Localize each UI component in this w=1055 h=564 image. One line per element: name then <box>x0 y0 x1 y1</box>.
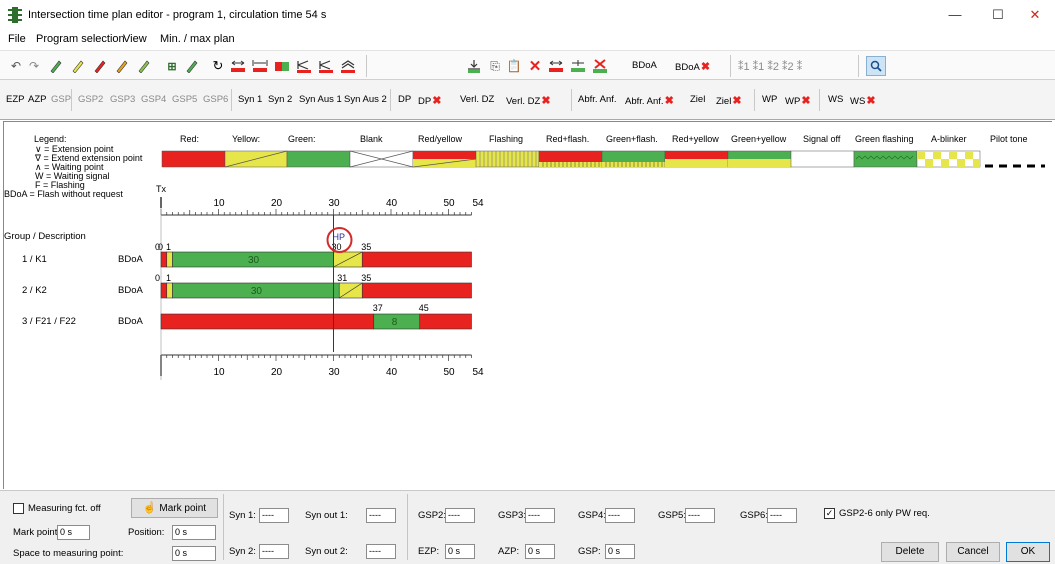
legend-swatch-a-blinker <box>916 150 981 168</box>
legend-swatch-red-plus-yellow <box>664 150 729 168</box>
position-label: Position: <box>128 527 165 538</box>
gsp6-label: GSP6: <box>740 510 768 521</box>
ruler-tick-label: 40 <box>386 198 398 209</box>
ezp-field[interactable]: 0 s <box>445 544 475 559</box>
syn2-label: Syn 2: <box>229 546 256 557</box>
hp-label: HP <box>333 232 346 242</box>
phase-yellow[interactable] <box>166 282 173 299</box>
phase-red[interactable] <box>160 251 168 268</box>
legend-swatch-red-flash <box>538 150 603 168</box>
azp-label: AZP: <box>498 546 520 557</box>
time-ruler-top: 10 20 30 40 50 54 <box>160 198 485 216</box>
phase-red[interactable] <box>361 282 472 299</box>
syn1-label: Syn 1: <box>229 510 256 521</box>
row-zero-label: 0 <box>155 242 160 252</box>
azp-field[interactable]: 0 s <box>525 544 555 559</box>
gsp5-field[interactable]: ---- <box>685 508 715 523</box>
mark-point-field[interactable]: 0 s <box>57 525 90 540</box>
legend-swatch-signal-off <box>790 150 855 168</box>
row-start-label: 1 <box>166 242 171 252</box>
gsp4-label: GSP4: <box>578 510 606 521</box>
gsp-only-label: GSP2-6 only PW req. <box>839 508 930 519</box>
synout1-label: Syn out 1: <box>305 510 348 521</box>
legend-swatch-flashing <box>475 150 540 168</box>
measuring-label: Measuring fct. off <box>28 503 101 514</box>
legend-swatch-green <box>286 150 351 168</box>
ruler-tick-label: 10 <box>214 367 226 378</box>
gsp4-field[interactable]: ---- <box>605 508 635 523</box>
row-edge-label: 31 <box>337 273 347 283</box>
delete-button[interactable]: Delete <box>881 542 939 562</box>
legend-swatch-green-flashing <box>853 150 918 168</box>
gsp-label: GSP: <box>578 546 601 557</box>
phase-red[interactable] <box>419 313 472 330</box>
phase-yellow[interactable] <box>166 251 173 268</box>
space-field[interactable]: 0 s <box>172 546 216 561</box>
ruler-tick-label: 30 <box>329 367 341 378</box>
ruler-tick-label: 40 <box>386 367 398 378</box>
hand-icon: ☝ <box>142 502 157 514</box>
row-edge-label: 35 <box>361 273 371 283</box>
row-edge-label: 45 <box>419 303 429 313</box>
gsp5-label: GSP5: <box>658 510 686 521</box>
gsp3-label: GSP3: <box>498 510 526 521</box>
ruler-tick-label: 10 <box>214 198 226 209</box>
phase-red[interactable] <box>160 313 375 330</box>
green-duration-label: 30 <box>251 286 263 297</box>
mark-point-button-label: Mark point <box>159 503 207 514</box>
ok-button[interactable]: OK <box>1006 542 1050 562</box>
signal-bars[interactable]: 300 1 30 35300 1 31 35837 45 <box>155 242 472 330</box>
space-label: Space to measuring point: <box>13 548 124 559</box>
legend-swatch-red <box>161 150 226 168</box>
legend-swatch-blank <box>349 150 414 168</box>
gsp2-label: GSP2: <box>418 510 446 521</box>
ruler-tick-label: 20 <box>271 198 283 209</box>
gsp-only-checkbox[interactable]: ✓ <box>824 508 835 519</box>
ruler-tick-label: 30 <box>329 198 341 209</box>
cancel-button[interactable]: Cancel <box>946 542 1000 562</box>
ezp-label: EZP: <box>418 546 440 557</box>
synout1-field[interactable]: ---- <box>366 508 396 523</box>
ruler-tick-label: 20 <box>271 367 283 378</box>
green-duration-label: 8 <box>392 317 398 328</box>
ruler-tick-label: 50 <box>444 198 456 209</box>
position-field[interactable]: 0 s <box>172 525 216 540</box>
syn1-field[interactable]: ---- <box>259 508 289 523</box>
gsp-field[interactable]: 0 s <box>605 544 635 559</box>
mark-point-button[interactable]: ☝ Mark point <box>131 498 218 518</box>
green-duration-label: 30 <box>248 255 260 266</box>
ruler-tick-label: 54 <box>473 367 485 378</box>
phase-red[interactable] <box>361 251 472 268</box>
legend-swatch-red-yellow <box>412 150 477 168</box>
row-edge-label: 35 <box>361 242 371 252</box>
timeplan-svg[interactable]: 10 20 30 40 50 54 10 20 30 40 50 54 0 300 1 30 35300 1… <box>0 0 1055 490</box>
mark-point-label: Mark point: <box>13 527 60 538</box>
gsp2-field[interactable]: ---- <box>445 508 475 523</box>
phase-red[interactable] <box>160 282 168 299</box>
row-zero-label: 0 <box>155 273 160 283</box>
legend-swatch-green-plus-yellow <box>727 150 792 168</box>
row-start-label: 1 <box>166 273 171 283</box>
gsp6-field[interactable]: ---- <box>767 508 797 523</box>
synout2-field[interactable]: ---- <box>366 544 396 559</box>
legend-swatch-green-flash <box>601 150 666 168</box>
measuring-checkbox[interactable] <box>13 503 24 514</box>
ruler-tick-label: 54 <box>473 198 485 209</box>
legend-swatches <box>161 150 1045 168</box>
synout2-label: Syn out 2: <box>305 546 348 557</box>
syn2-field[interactable]: ---- <box>259 544 289 559</box>
ruler-tick-label: 50 <box>444 367 456 378</box>
legend-swatch-yellow <box>224 150 288 168</box>
gsp3-field[interactable]: ---- <box>525 508 555 523</box>
row-edge-label: 37 <box>373 303 383 313</box>
